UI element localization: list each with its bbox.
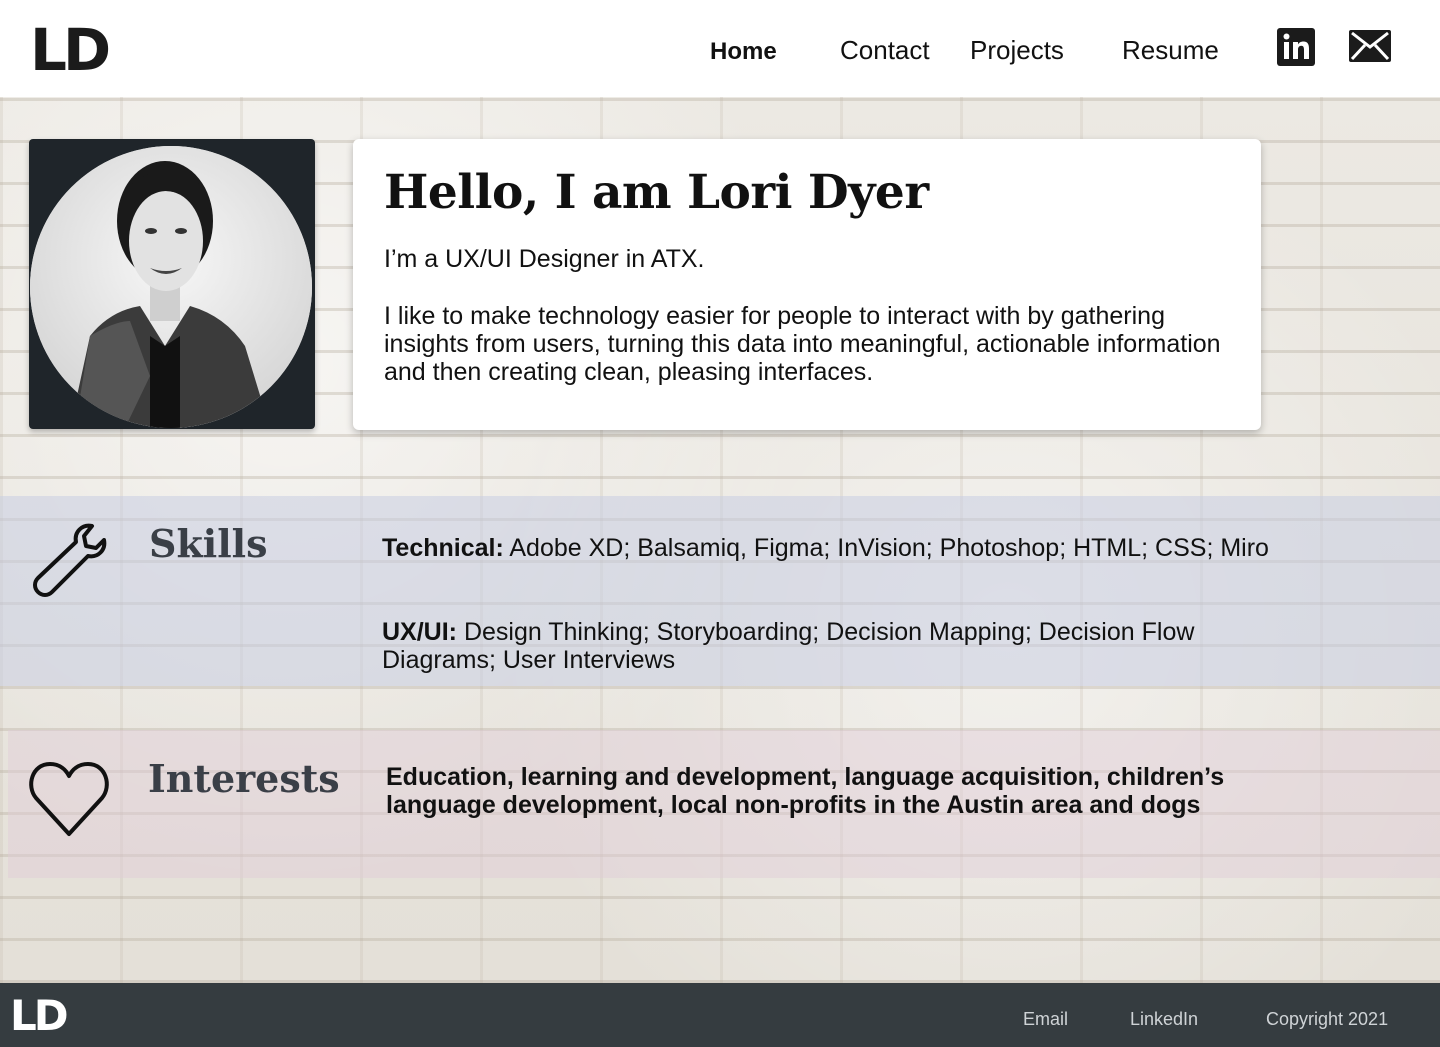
linkedin-icon[interactable] xyxy=(1277,28,1315,70)
skills-title: Skills xyxy=(149,521,268,566)
intro-subtitle: I’m a UX/UI Designer in ATX. xyxy=(384,245,705,273)
footer-logo[interactable]: LD xyxy=(10,993,69,1039)
intro-body: I like to make technology easier for peo… xyxy=(384,302,1221,386)
uxui-value: Design Thinking; Storyboarding; Decision… xyxy=(382,618,1195,674)
skills-uxui: UX/UI: Design Thinking; Storyboarding; D… xyxy=(382,618,1282,674)
footer-email-link[interactable]: Email xyxy=(1023,1009,1068,1030)
intro-title: Hello, I am Lori Dyer xyxy=(384,165,929,220)
intro-card: Hello, I am Lori Dyer I’m a UX/UI Design… xyxy=(353,139,1261,430)
heart-icon xyxy=(28,760,110,842)
site-logo[interactable]: LD xyxy=(30,18,111,82)
interests-text: Education, learning and development, lan… xyxy=(386,763,1225,819)
nav-resume[interactable]: Resume xyxy=(1122,34,1219,66)
footer-copyright: Copyright 2021 xyxy=(1266,1009,1389,1029)
skills-technical: Technical: Adobe XD; Balsamiq, Figma; In… xyxy=(382,534,1382,562)
mail-icon[interactable] xyxy=(1349,30,1391,66)
site-footer: LD Email LinkedIn Copyright 2021 xyxy=(0,983,1440,1047)
nav-projects[interactable]: Projects xyxy=(970,34,1064,66)
site-header: LD Home Contact Projects Resume xyxy=(0,0,1440,97)
technical-value: Adobe XD; Balsamiq, Figma; InVision; Pho… xyxy=(503,534,1269,562)
technical-label: Technical: xyxy=(382,534,504,562)
footer-linkedin-link[interactable]: LinkedIn xyxy=(1130,1009,1198,1030)
interests-title: Interests xyxy=(148,756,340,801)
nav-contact[interactable]: Contact xyxy=(840,34,930,66)
uxui-label: UX/UI: xyxy=(382,618,457,646)
profile-photo xyxy=(30,146,312,428)
nav-home[interactable]: Home xyxy=(710,36,777,68)
wrench-icon xyxy=(30,520,112,602)
